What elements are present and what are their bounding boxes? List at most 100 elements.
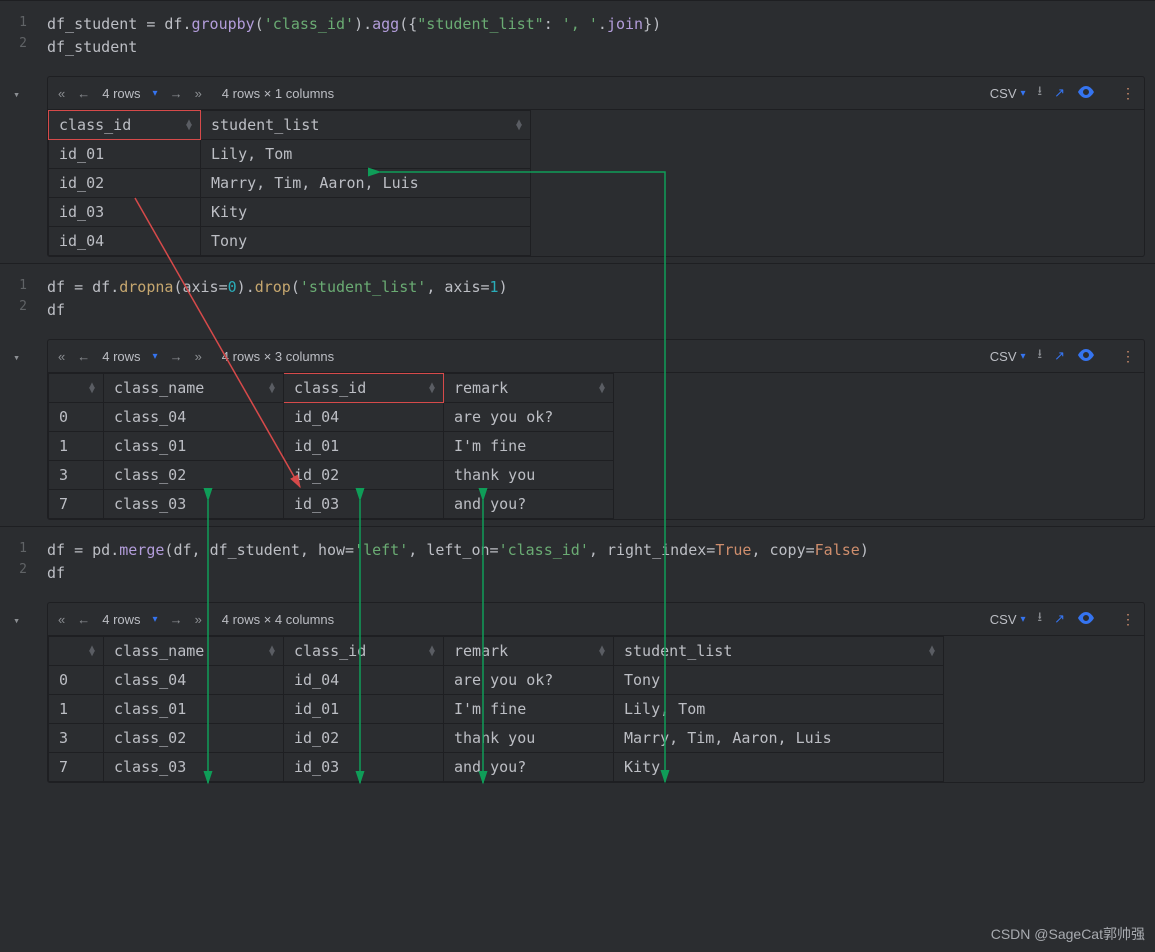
prev-page-icon[interactable]: ← (77, 86, 90, 101)
table-row: 7class_03id_03and you?Kity (49, 753, 944, 782)
data-cell: and you? (444, 490, 614, 519)
index-cell: 0 (49, 666, 104, 695)
eye-icon[interactable] (1077, 612, 1095, 627)
code-cell: 12df_student = df.groupby('class_id').ag… (0, 0, 1155, 70)
index-cell: 1 (49, 695, 104, 724)
column-header[interactable]: class_name▲▼ (104, 374, 284, 403)
data-cell: class_01 (104, 432, 284, 461)
column-header[interactable]: remark▲▼ (444, 374, 614, 403)
data-cell: id_01 (284, 695, 444, 724)
data-cell: thank you (444, 724, 614, 753)
rows-dropdown-icon[interactable]: ▾ (153, 88, 158, 99)
rows-count: 4 rows (102, 86, 140, 101)
table-row: 0class_04id_04are you ok? (49, 403, 614, 432)
data-table: class_id▲▼student_list▲▼id_01Lily, Tomid… (48, 110, 531, 256)
export-csv-button[interactable]: CSV ▾ (990, 86, 1026, 101)
data-table: ▲▼class_name▲▼class_id▲▼remark▲▼0class_0… (48, 373, 614, 519)
data-cell: class_03 (104, 490, 284, 519)
index-header[interactable]: ▲▼ (49, 637, 104, 666)
rows-dropdown-icon[interactable]: ▾ (153, 351, 158, 362)
line-gutter: 12 (0, 1, 33, 70)
index-cell: 1 (49, 432, 104, 461)
data-cell: are you ok? (444, 403, 614, 432)
next-page-icon[interactable]: → (170, 349, 183, 364)
download-icon[interactable]: ⭳ (1038, 82, 1043, 104)
data-table: ▲▼class_name▲▼class_id▲▼remark▲▼student_… (48, 636, 944, 782)
index-cell: 7 (49, 490, 104, 519)
data-cell: Kity (201, 198, 531, 227)
data-cell: id_04 (284, 403, 444, 432)
rows-count: 4 rows (102, 349, 140, 364)
rows-count: 4 rows (102, 612, 140, 627)
output-panel: « ← 4 rows ▾ → » 4 rows × 1 columns CSV ▾ ⭳ ↗ ⋮ cla… (47, 76, 1145, 257)
table-row: id_01Lily, Tom (49, 140, 531, 169)
last-page-icon[interactable]: » (195, 612, 202, 627)
download-icon[interactable]: ⭳ (1038, 608, 1043, 630)
dimensions-label: 4 rows × 1 columns (222, 86, 334, 101)
open-external-icon[interactable]: ↗ (1054, 85, 1065, 101)
download-icon[interactable]: ⭳ (1038, 345, 1043, 367)
more-menu-icon[interactable]: ⋮ (1121, 611, 1134, 628)
first-page-icon[interactable]: « (58, 86, 65, 101)
next-page-icon[interactable]: → (170, 86, 183, 101)
column-header[interactable]: class_id▲▼ (284, 637, 444, 666)
index-header[interactable]: class_id▲▼ (49, 111, 201, 140)
table-row: 1class_01id_01I'm fineLily, Tom (49, 695, 944, 724)
watermark: CSDN @SageCat郭帅强 (991, 924, 1145, 944)
eye-icon[interactable] (1077, 86, 1095, 101)
line-gutter: 12 (0, 264, 33, 333)
collapse-output-icon[interactable]: ▾ (13, 614, 20, 627)
more-menu-icon[interactable]: ⋮ (1121, 85, 1134, 102)
data-cell: class_02 (104, 724, 284, 753)
export-csv-button[interactable]: CSV ▾ (990, 612, 1026, 627)
table-row: id_02Marry, Tim, Aaron, Luis (49, 169, 531, 198)
index-cell: 0 (49, 403, 104, 432)
index-cell: id_03 (49, 198, 201, 227)
code-editor[interactable]: df = df.dropna(axis=0).drop('student_lis… (33, 264, 1155, 333)
data-cell: Tony (201, 227, 531, 256)
data-cell: class_04 (104, 666, 284, 695)
last-page-icon[interactable]: » (195, 349, 202, 364)
data-cell: id_03 (284, 753, 444, 782)
table-row: 0class_04id_04are you ok?Tony (49, 666, 944, 695)
dimensions-label: 4 rows × 3 columns (222, 349, 334, 364)
open-external-icon[interactable]: ↗ (1054, 611, 1065, 627)
column-header[interactable]: student_list▲▼ (201, 111, 531, 140)
eye-icon[interactable] (1077, 349, 1095, 364)
data-cell: id_01 (284, 432, 444, 461)
column-header[interactable]: class_name▲▼ (104, 637, 284, 666)
data-cell: id_03 (284, 490, 444, 519)
first-page-icon[interactable]: « (58, 349, 65, 364)
output-toolbar: « ← 4 rows ▾ → » 4 rows × 3 columns CSV ▾ ⭳ ↗ ⋮ (48, 340, 1144, 373)
data-cell: Tony (614, 666, 944, 695)
collapse-output-icon[interactable]: ▾ (13, 351, 20, 364)
output-toolbar: « ← 4 rows ▾ → » 4 rows × 1 columns CSV ▾ ⭳ ↗ ⋮ (48, 77, 1144, 110)
code-cell: 12df = df.dropna(axis=0).drop('student_l… (0, 263, 1155, 333)
code-editor[interactable]: df_student = df.groupby('class_id').agg(… (33, 1, 1155, 70)
prev-page-icon[interactable]: ← (77, 612, 90, 627)
open-external-icon[interactable]: ↗ (1054, 348, 1065, 364)
table-row: 3class_02id_02thank you (49, 461, 614, 490)
line-gutter: 12 (0, 527, 33, 596)
table-row: 7class_03id_03and you? (49, 490, 614, 519)
data-cell: id_02 (284, 461, 444, 490)
rows-dropdown-icon[interactable]: ▾ (153, 614, 158, 625)
code-cell: 12df = pd.merge(df, df_student, how='lef… (0, 526, 1155, 596)
index-header[interactable]: ▲▼ (49, 374, 104, 403)
column-header[interactable]: class_id▲▼ (284, 374, 444, 403)
data-cell: class_03 (104, 753, 284, 782)
data-cell: Lily, Tom (614, 695, 944, 724)
more-menu-icon[interactable]: ⋮ (1121, 348, 1134, 365)
data-cell: id_04 (284, 666, 444, 695)
collapse-output-icon[interactable]: ▾ (13, 88, 20, 101)
column-header[interactable]: remark▲▼ (444, 637, 614, 666)
data-cell: are you ok? (444, 666, 614, 695)
last-page-icon[interactable]: » (195, 86, 202, 101)
output-panel: «←4 rows▾→»4 rows × 4 columnsCSV ▾⭳↗⋮▲▼c… (47, 602, 1145, 783)
first-page-icon[interactable]: « (58, 612, 65, 627)
column-header[interactable]: student_list▲▼ (614, 637, 944, 666)
prev-page-icon[interactable]: ← (77, 349, 90, 364)
export-csv-button[interactable]: CSV ▾ (990, 349, 1026, 364)
code-editor[interactable]: df = pd.merge(df, df_student, how='left'… (33, 527, 1155, 596)
next-page-icon[interactable]: → (170, 612, 183, 627)
